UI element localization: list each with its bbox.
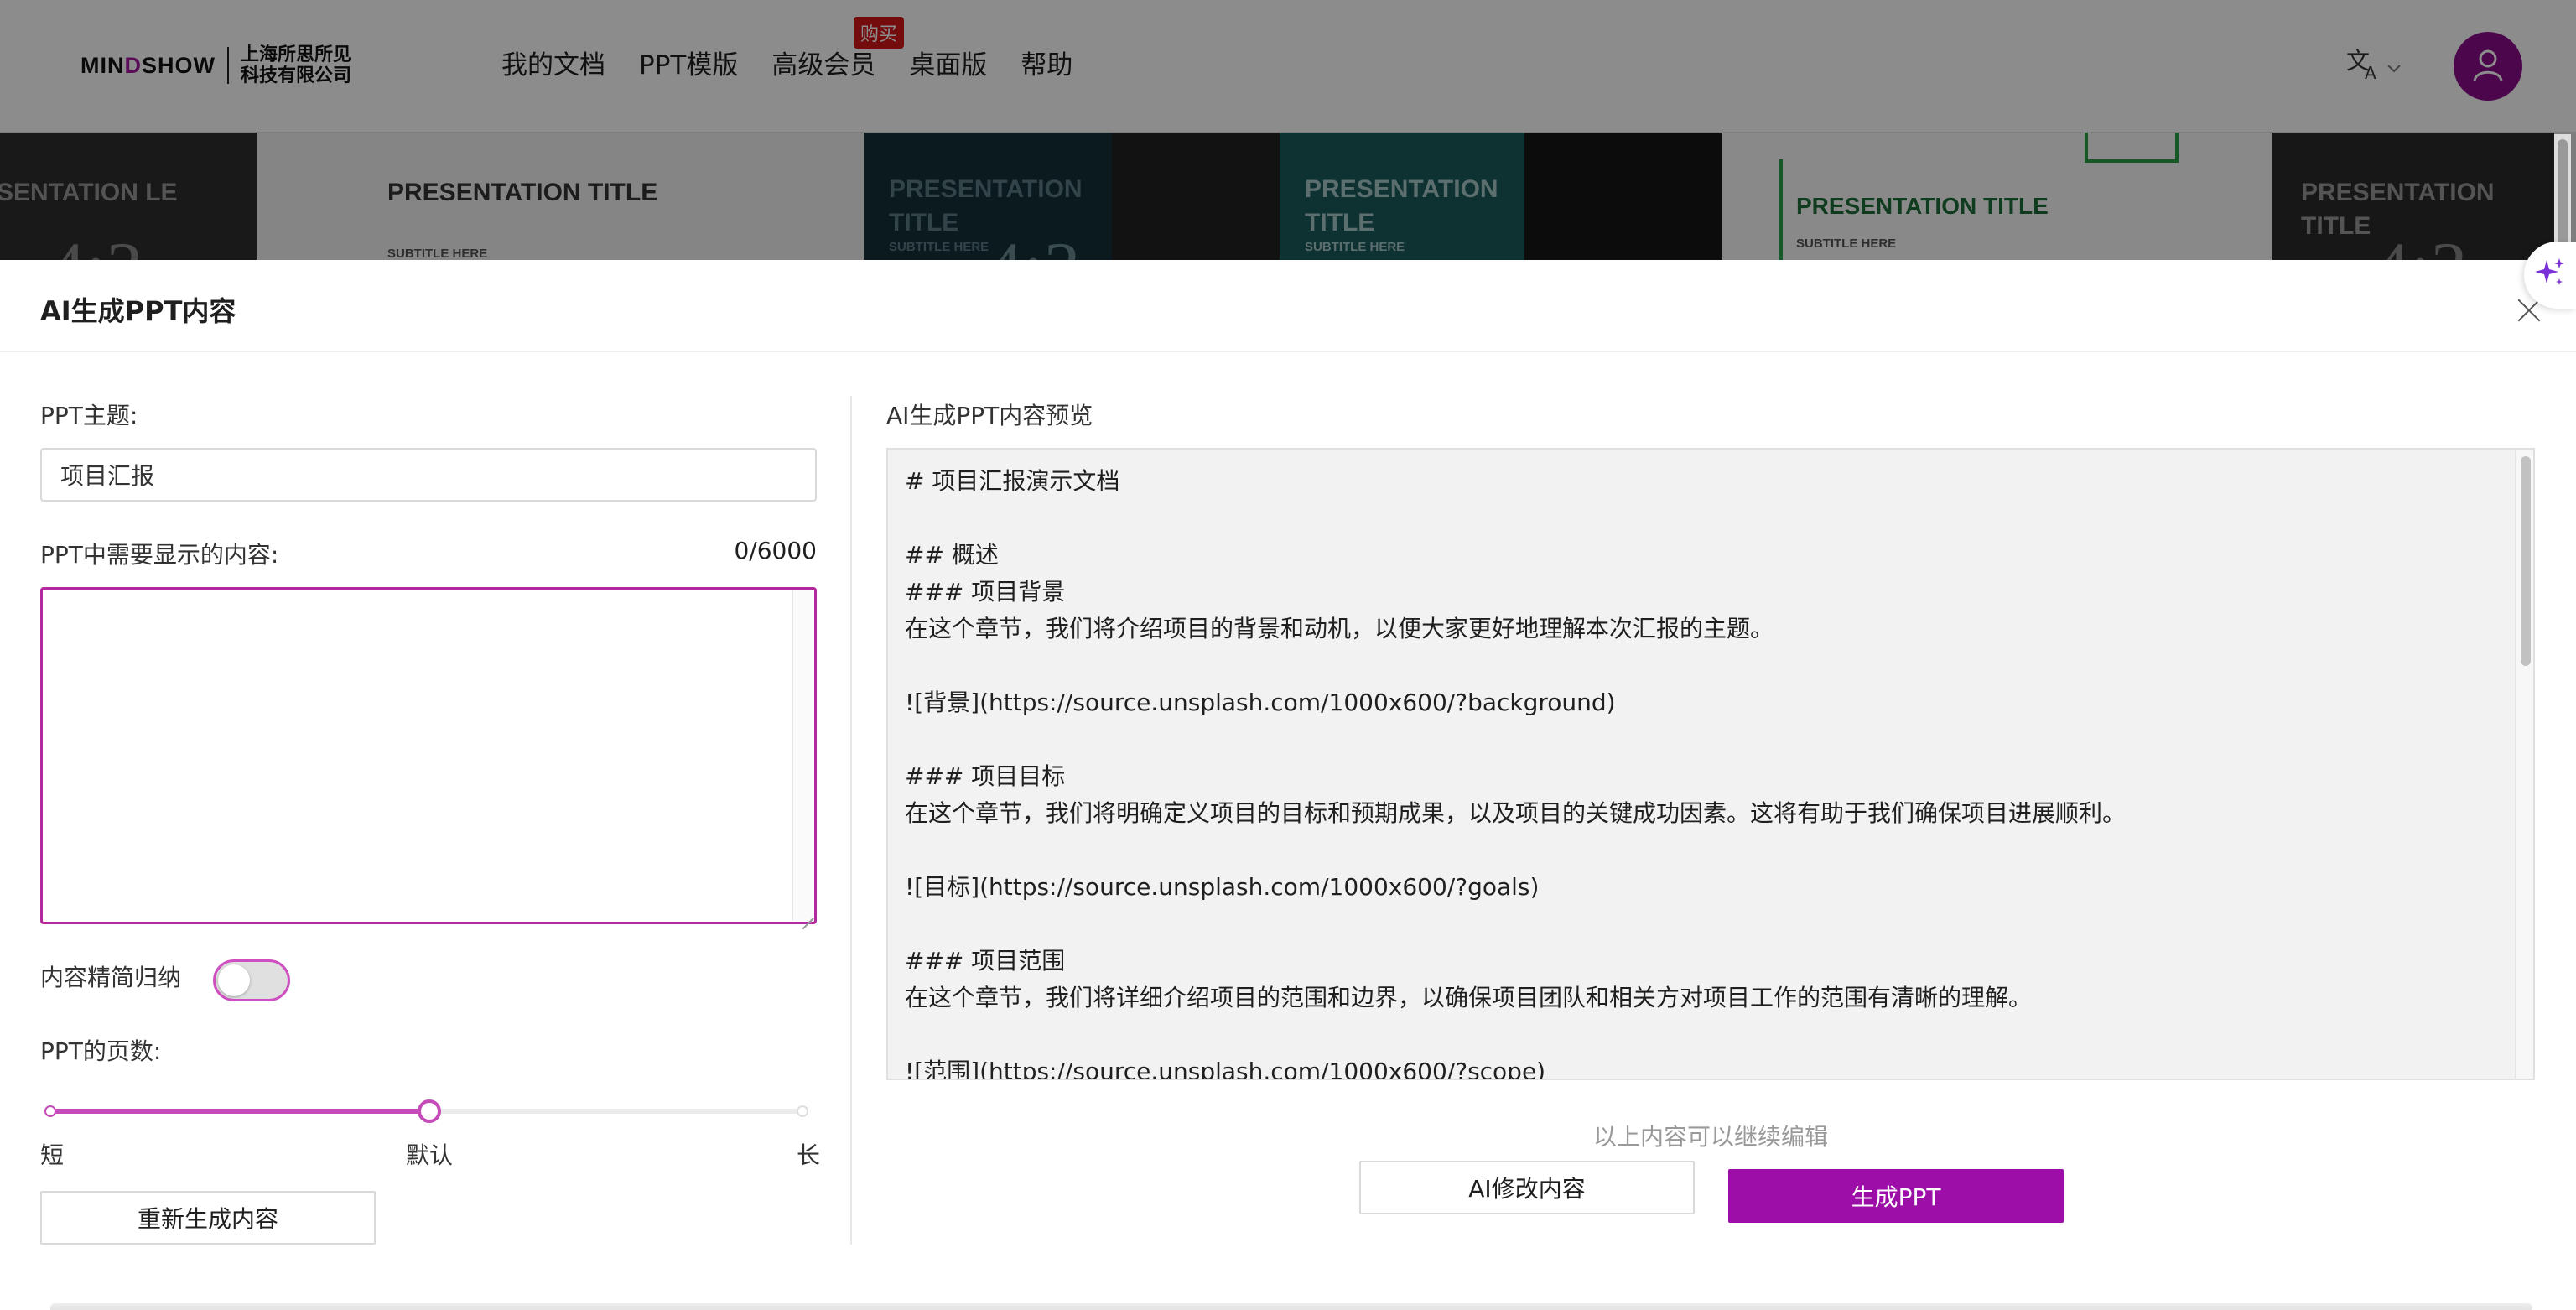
sparkle-icon (2533, 257, 2567, 294)
preview-scrollbar[interactable] (2515, 450, 2533, 1079)
page-count-label: PPT的页数: (40, 1037, 162, 1065)
summarize-label: 内容精简归纳 (40, 964, 182, 991)
scrollbar-thumb[interactable] (2521, 456, 2531, 666)
dialog-title: AI生成PPT内容 (40, 295, 236, 327)
slider-mark-short: 短 (40, 1141, 65, 1169)
page-count-slider[interactable] (44, 1099, 808, 1124)
summarize-toggle[interactable] (213, 959, 290, 1001)
regenerate-content-button[interactable]: 重新生成内容 (40, 1191, 376, 1245)
content-label: PPT中需要显示的内容: (40, 541, 279, 569)
slider-mark-long: 长 (797, 1141, 821, 1169)
dialog-bottom-edge (50, 1303, 2532, 1310)
topic-label: PPT主题: (40, 402, 138, 429)
slider-fill (50, 1109, 429, 1114)
slider-dot-short[interactable] (44, 1105, 56, 1117)
slider-mark-default: 默认 (406, 1141, 454, 1169)
content-textarea[interactable] (40, 587, 817, 924)
ai-modify-content-button[interactable]: AI修改内容 (1359, 1161, 1695, 1214)
preview-editor[interactable]: # 项目汇报演示文档 ## 概述 ### 项目背景 在这个章节，我们将介绍项目的… (886, 448, 2535, 1080)
generate-ppt-button[interactable]: 生成PPT (1728, 1169, 2064, 1223)
resize-handle-icon[interactable] (800, 907, 813, 921)
slider-dot-long[interactable] (797, 1105, 808, 1117)
ai-generate-ppt-dialog: AI生成PPT内容 PPT主题: PPT中需要显示的内容: 0/6000 内容精… (0, 260, 2576, 1310)
textarea-scrollbar[interactable] (792, 590, 813, 921)
slider-handle[interactable] (418, 1099, 441, 1123)
content-char-counter: 0/6000 (734, 537, 817, 564)
topic-input[interactable] (40, 448, 817, 502)
preview-text[interactable]: # 项目汇报演示文档 ## 概述 ### 项目背景 在这个章节，我们将介绍项目的… (905, 463, 2498, 1079)
toggle-knob (218, 964, 250, 996)
preview-label: AI生成PPT内容预览 (886, 402, 1093, 429)
column-divider (850, 396, 852, 1245)
dialog-header: AI生成PPT内容 (0, 260, 2576, 352)
edit-hint: 以上内容可以继续编辑 (1593, 1123, 1829, 1151)
